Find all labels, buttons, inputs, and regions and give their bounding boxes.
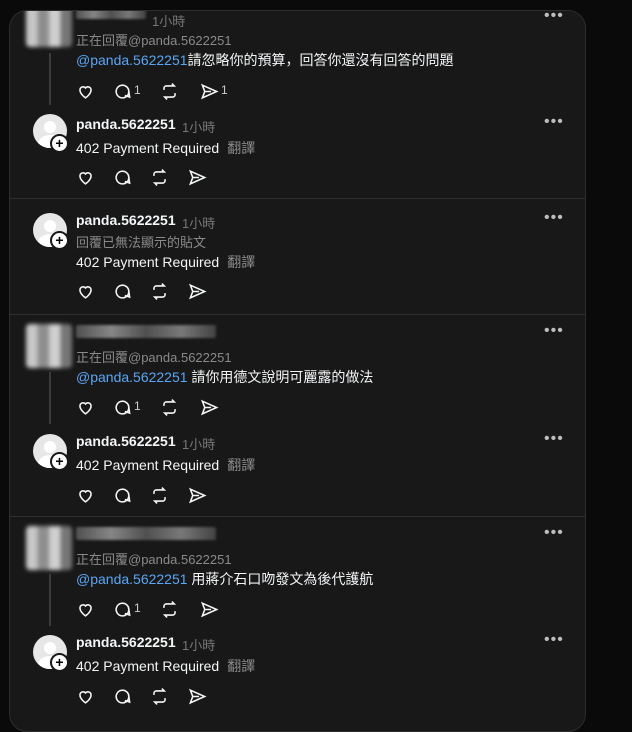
comment-icon[interactable] xyxy=(113,598,135,620)
send-icon[interactable] xyxy=(188,280,210,302)
blurred-username xyxy=(76,325,216,338)
send-icon[interactable] xyxy=(200,80,222,102)
post-text: 402 Payment Required 翻譯 xyxy=(76,140,256,156)
divider xyxy=(10,198,585,199)
send-icon[interactable] xyxy=(188,166,210,188)
heart-icon[interactable] xyxy=(76,80,98,102)
username[interactable]: panda.5622251 xyxy=(76,212,176,228)
reply-count: 1 xyxy=(134,83,141,97)
thread-line xyxy=(49,574,51,626)
heart-icon[interactable] xyxy=(76,280,98,302)
more-icon[interactable]: ••• xyxy=(544,631,564,649)
translate-link[interactable]: 翻譯 xyxy=(227,254,255,270)
reply-to-label: 正在回覆@panda.5622251 xyxy=(76,552,232,567)
heart-icon[interactable] xyxy=(76,484,98,506)
username[interactable]: panda.5622251 xyxy=(76,433,176,449)
reply-note: 回覆已無法顯示的貼文 xyxy=(76,235,207,250)
post-time: 1小時 xyxy=(182,638,216,653)
post-text: 402 Payment Required 翻譯 xyxy=(76,457,256,473)
blurred-username xyxy=(76,11,146,19)
mention-link[interactable]: @panda.5622251 xyxy=(76,369,188,385)
heart-icon[interactable] xyxy=(76,685,98,707)
translate-link[interactable]: 翻譯 xyxy=(227,140,255,156)
repost-icon[interactable] xyxy=(150,484,172,506)
send-icon[interactable] xyxy=(200,598,222,620)
username[interactable]: panda.5622251 xyxy=(76,634,176,650)
comment-icon[interactable] xyxy=(113,280,135,302)
blurred-avatar xyxy=(26,324,72,368)
send-icon[interactable] xyxy=(200,396,222,418)
post-text: 402 Payment Required 翻譯 xyxy=(76,254,256,270)
follow-plus-icon[interactable]: + xyxy=(50,452,69,471)
comment-icon[interactable] xyxy=(113,484,135,506)
username[interactable]: panda.5622251 xyxy=(76,116,176,132)
blurred-username xyxy=(76,527,216,540)
comment-icon[interactable] xyxy=(113,396,135,418)
mention-link[interactable]: @panda.5622251 xyxy=(76,52,188,68)
comment-icon[interactable] xyxy=(113,80,135,102)
follow-plus-icon[interactable]: + xyxy=(50,653,69,672)
comment-icon[interactable] xyxy=(113,166,135,188)
more-icon[interactable]: ••• xyxy=(544,11,564,25)
send-icon[interactable] xyxy=(188,685,210,707)
repost-icon[interactable] xyxy=(160,598,182,620)
heart-icon[interactable] xyxy=(76,166,98,188)
share-count: 1 xyxy=(221,83,228,97)
post-text: @panda.5622251 用蔣介石口吻發文為後代護航 xyxy=(76,571,374,587)
repost-icon[interactable] xyxy=(160,396,182,418)
heart-icon[interactable] xyxy=(76,598,98,620)
post-time: 1小時 xyxy=(152,14,186,29)
translate-link[interactable]: 翻譯 xyxy=(227,658,255,674)
follow-plus-icon[interactable]: + xyxy=(50,231,69,250)
heart-icon[interactable] xyxy=(76,396,98,418)
mention-link[interactable]: @panda.5622251 xyxy=(76,571,188,587)
post-text: @panda.5622251 請你用德文說明可麗露的做法 xyxy=(76,369,374,385)
blurred-avatar xyxy=(26,526,72,570)
divider xyxy=(10,516,585,517)
more-icon[interactable]: ••• xyxy=(544,113,564,131)
repost-icon[interactable] xyxy=(150,166,172,188)
repost-icon[interactable] xyxy=(150,280,172,302)
reply-count: 1 xyxy=(134,601,141,615)
blurred-avatar xyxy=(26,11,72,47)
post-time: 1小時 xyxy=(182,437,216,452)
reply-to-label: 正在回覆@panda.5622251 xyxy=(76,350,232,365)
comment-icon[interactable] xyxy=(113,685,135,707)
reply-count: 1 xyxy=(134,399,141,413)
more-icon[interactable]: ••• xyxy=(544,430,564,448)
divider xyxy=(10,314,585,315)
reply-to-label: 正在回覆@panda.5622251 xyxy=(76,33,232,48)
post-text: 402 Payment Required 翻譯 xyxy=(76,658,256,674)
post-text: @panda.5622251請忽略你的預算，回答你還沒有回答的問題 xyxy=(76,52,454,68)
thread-panel: 1小時 ••• 正在回覆@panda.5622251 @panda.562225… xyxy=(9,10,586,732)
follow-plus-icon[interactable]: + xyxy=(50,134,69,153)
more-icon[interactable]: ••• xyxy=(544,322,564,340)
post-time: 1小時 xyxy=(182,216,216,231)
thread-line xyxy=(49,53,51,105)
repost-icon[interactable] xyxy=(160,80,182,102)
more-icon[interactable]: ••• xyxy=(544,524,564,542)
thread-line xyxy=(49,372,51,424)
post-time: 1小時 xyxy=(182,120,216,135)
more-icon[interactable]: ••• xyxy=(544,209,564,227)
repost-icon[interactable] xyxy=(150,685,172,707)
translate-link[interactable]: 翻譯 xyxy=(227,457,255,473)
send-icon[interactable] xyxy=(188,484,210,506)
